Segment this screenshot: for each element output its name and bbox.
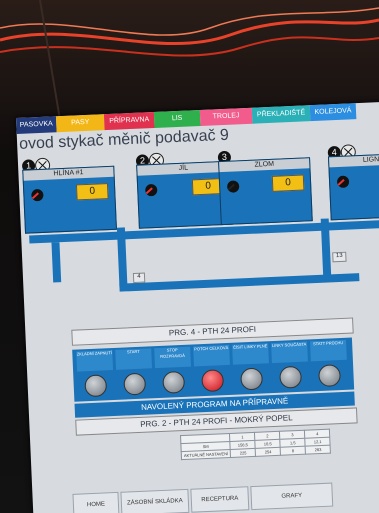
hopper-1-value: 0 <box>75 183 109 201</box>
panel-button-lamp <box>201 369 225 393</box>
panel-button-lamp <box>162 370 186 394</box>
values-table: 1 2 3 4 SM 150,5 10,5 1,5 12,1 AKTUÁLNĚ … <box>180 429 331 461</box>
panel-button-7[interactable]: STATT PRŮCHU <box>310 339 348 390</box>
panel-button-3[interactable]: STOP ROZPRAVDÁ <box>154 346 192 397</box>
row-2-cell: 225 <box>230 448 256 458</box>
hopper-1[interactable]: HLÍNA #1 0 <box>22 165 117 234</box>
tab-4[interactable]: LIS <box>153 109 201 128</box>
hopper-2-label: JÍL <box>137 161 230 176</box>
conveyor-drop-1 <box>51 242 62 283</box>
panel-button-label: LINKY SOUČÁSTA <box>271 341 308 364</box>
panel-button-lamp <box>84 374 108 398</box>
background-cables <box>0 0 379 120</box>
panel-button-lamp <box>123 372 147 396</box>
tab-5[interactable]: TROLEJ <box>199 107 253 126</box>
photo-stage: PASOVKA PASY PŘÍPRAVNA LIS TROLEJ PŘEKLADIŠTĚ… <box>0 0 379 513</box>
bottom-nav: HOME ZÁSOBNÍ SKLÁDKA RECEPTURA GRAFY <box>72 481 373 513</box>
panel-button-label: ZKLADNÍ ZAPNUTÍ <box>76 350 114 372</box>
panel-button-lamp <box>279 365 303 389</box>
row-2-label: AKTUÁLNĚ NASTAVENÍ <box>181 449 231 460</box>
hopper-2-gauge-icon <box>145 184 158 197</box>
control-panel: ZKLADNÍ ZAPNUTÍ START STOP ROZPRAVDÁ POTCH … <box>72 337 355 402</box>
hmi-screen: PASOVKA PASY PŘÍPRAVNA LIS TROLEJ PŘEKLADIŠTĚ… <box>16 98 379 513</box>
hopper-1-label: HLÍNA #1 <box>23 166 114 181</box>
panel-button-lamp <box>318 364 342 388</box>
marker-4: 4 <box>132 272 146 284</box>
nav-graphs-button[interactable]: GRAFY <box>250 482 334 511</box>
hopper-3-gauge-icon <box>227 180 240 193</box>
panel-button-label: ČÍSIT LINKY PLNÉ <box>232 343 269 365</box>
panel-button-label: POTCH CELKOVÁ <box>193 344 230 367</box>
hopper-4-label: LIGNIT <box>329 153 379 168</box>
hopper-3-value: 0 <box>271 174 305 192</box>
nav-home-button[interactable]: HOME <box>72 491 120 513</box>
tab-2[interactable]: PASY <box>55 114 105 133</box>
nav-storage-button[interactable]: ZÁSOBNÍ SKLÁDKA <box>120 488 190 513</box>
tab-1[interactable]: PASOVKA <box>16 116 57 134</box>
nav-recipe-button[interactable]: RECEPTURA <box>190 486 250 513</box>
row-2-cell: 8 <box>280 446 306 456</box>
panel-button-5[interactable]: ČÍSIT LINKY PLNÉ <box>232 343 270 393</box>
row-2-cell: 254 <box>255 447 281 457</box>
panel-button-4[interactable]: POTCH CELKOVÁ <box>193 344 231 395</box>
panel-button-lamp <box>240 367 264 391</box>
tab-3[interactable]: PŘÍPRAVNA <box>103 111 155 131</box>
panel-button-label: STATT PRŮCHU <box>310 339 347 362</box>
panel-button-label: START <box>115 348 153 370</box>
panel-button-1[interactable]: ZKLADNÍ ZAPNUTÍ <box>76 350 114 400</box>
hopper-4-gauge-icon <box>337 175 350 188</box>
row-2-cell: 263 <box>305 445 331 455</box>
tab-6[interactable]: PŘEKLADIŠTĚ <box>251 105 311 124</box>
hopper-1-gauge-icon <box>31 189 44 202</box>
panel-button-6[interactable]: LINKY SOUČÁSTA <box>271 341 309 392</box>
hopper-3[interactable]: ZLOM 0 <box>218 157 313 226</box>
panel-button-2[interactable]: START <box>115 348 153 398</box>
marker-13: 13 <box>332 251 347 263</box>
hopper-3-label: ZLOM <box>219 158 310 173</box>
hopper-4[interactable]: LIGNIT 0 <box>327 152 379 221</box>
panel-button-label: STOP ROZPRAVDÁ <box>154 346 192 369</box>
tab-7[interactable]: KOLEJOVÁ <box>309 103 357 122</box>
